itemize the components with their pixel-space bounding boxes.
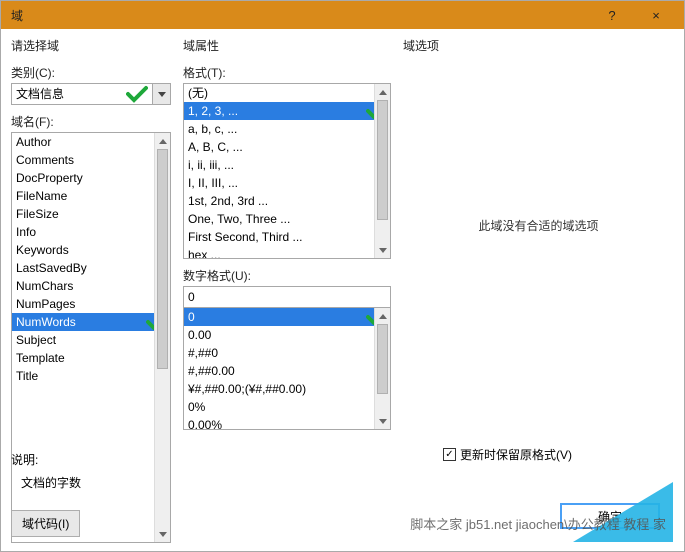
- scrollbar[interactable]: [154, 133, 170, 542]
- list-item[interactable]: Author: [12, 133, 170, 151]
- list-item[interactable]: Info: [12, 223, 170, 241]
- list-item[interactable]: NumWords: [12, 313, 170, 331]
- category-combo[interactable]: 文档信息: [11, 83, 171, 105]
- list-item[interactable]: 1st, 2nd, 3rd ...: [184, 192, 390, 210]
- numfmt-input[interactable]: 0: [183, 286, 391, 308]
- list-item[interactable]: (无): [184, 84, 390, 102]
- list-item[interactable]: 0.00%: [184, 416, 390, 430]
- scroll-up-icon[interactable]: [375, 308, 390, 324]
- scroll-down-icon[interactable]: [375, 242, 390, 258]
- chevron-down-icon: [158, 92, 166, 97]
- list-item[interactable]: LastSavedBy: [12, 259, 170, 277]
- list-item[interactable]: i, ii, iii, ...: [184, 156, 390, 174]
- list-item[interactable]: DocProperty: [12, 169, 170, 187]
- dialog-window: 域 ? × 请选择域 类别(C): 文档信息 域名(F): AuthorComm…: [0, 0, 685, 552]
- scroll-thumb[interactable]: [377, 324, 388, 394]
- field-properties-column: 域属性 格式(T): (无)1, 2, 3, ...a, b, c, ...A,…: [183, 37, 391, 543]
- numfmt-listbox[interactable]: 00.00#,##0#,##0.00¥#,##0.00;(¥#,##0.00)0…: [183, 308, 391, 430]
- scroll-thumb[interactable]: [377, 100, 388, 220]
- format-listbox[interactable]: (无)1, 2, 3, ...a, b, c, ...A, B, C, ...i…: [183, 83, 391, 259]
- list-item[interactable]: FileSize: [12, 205, 170, 223]
- category-label: 类别(C):: [11, 64, 171, 81]
- list-item[interactable]: NumChars: [12, 277, 170, 295]
- scroll-up-icon[interactable]: [155, 133, 170, 149]
- preserve-format-checkbox[interactable]: ✓ 更新时保留原格式(V): [443, 446, 572, 463]
- description-header: 说明:: [11, 451, 81, 468]
- checkbox-icon: ✓: [443, 448, 456, 461]
- help-button[interactable]: ?: [590, 1, 634, 29]
- options-header: 域选项: [403, 37, 674, 54]
- field-options-column: 域选项 此域没有合适的域选项 ✓ 更新时保留原格式(V) 确定 脚本之家 jb5…: [403, 37, 674, 543]
- window-title: 域: [7, 7, 590, 24]
- list-item[interactable]: #,##0: [184, 344, 390, 362]
- list-item[interactable]: 0.00: [184, 326, 390, 344]
- list-item[interactable]: 1, 2, 3, ...: [184, 102, 390, 120]
- description-block: 说明: 文档的字数: [11, 451, 81, 491]
- scroll-down-icon[interactable]: [375, 413, 390, 429]
- scrollbar[interactable]: [374, 84, 390, 258]
- scroll-up-icon[interactable]: [375, 84, 390, 100]
- list-item[interactable]: 0: [184, 308, 390, 326]
- list-item[interactable]: 0%: [184, 398, 390, 416]
- list-item[interactable]: One, Two, Three ...: [184, 210, 390, 228]
- list-item[interactable]: hex ...: [184, 246, 390, 259]
- list-item[interactable]: I, II, III, ...: [184, 174, 390, 192]
- list-item[interactable]: NumPages: [12, 295, 170, 313]
- no-options-text: 此域没有合适的域选项: [403, 217, 674, 234]
- list-item[interactable]: FileName: [12, 187, 170, 205]
- watermark-icon: [573, 482, 673, 542]
- list-item[interactable]: Template: [12, 349, 170, 367]
- list-item[interactable]: ¥#,##0.00;(¥#,##0.00): [184, 380, 390, 398]
- scroll-down-icon[interactable]: [155, 526, 170, 542]
- list-item[interactable]: Subject: [12, 331, 170, 349]
- list-item[interactable]: #,##0.00: [184, 362, 390, 380]
- select-field-header: 请选择域: [11, 37, 171, 54]
- properties-header: 域属性: [183, 37, 391, 54]
- category-dropdown-button[interactable]: [152, 84, 170, 104]
- list-item[interactable]: First Second, Third ...: [184, 228, 390, 246]
- preserve-format-label: 更新时保留原格式(V): [460, 446, 572, 463]
- format-label: 格式(T):: [183, 64, 391, 81]
- list-item[interactable]: Title: [12, 367, 170, 385]
- fieldname-label: 域名(F):: [11, 113, 171, 130]
- checkmark-icon: [126, 85, 148, 103]
- list-item[interactable]: Comments: [12, 151, 170, 169]
- scroll-thumb[interactable]: [157, 149, 168, 369]
- scrollbar[interactable]: [374, 308, 390, 429]
- description-text: 文档的字数: [21, 474, 81, 491]
- close-button[interactable]: ×: [634, 1, 678, 29]
- list-item[interactable]: A, B, C, ...: [184, 138, 390, 156]
- numfmt-label: 数字格式(U):: [183, 267, 391, 284]
- list-item[interactable]: a, b, c, ...: [184, 120, 390, 138]
- titlebar: 域 ? ×: [1, 1, 684, 29]
- list-item[interactable]: Keywords: [12, 241, 170, 259]
- content-area: 请选择域 类别(C): 文档信息 域名(F): AuthorCommentsDo…: [1, 29, 684, 551]
- field-code-button[interactable]: 域代码(I): [11, 510, 80, 537]
